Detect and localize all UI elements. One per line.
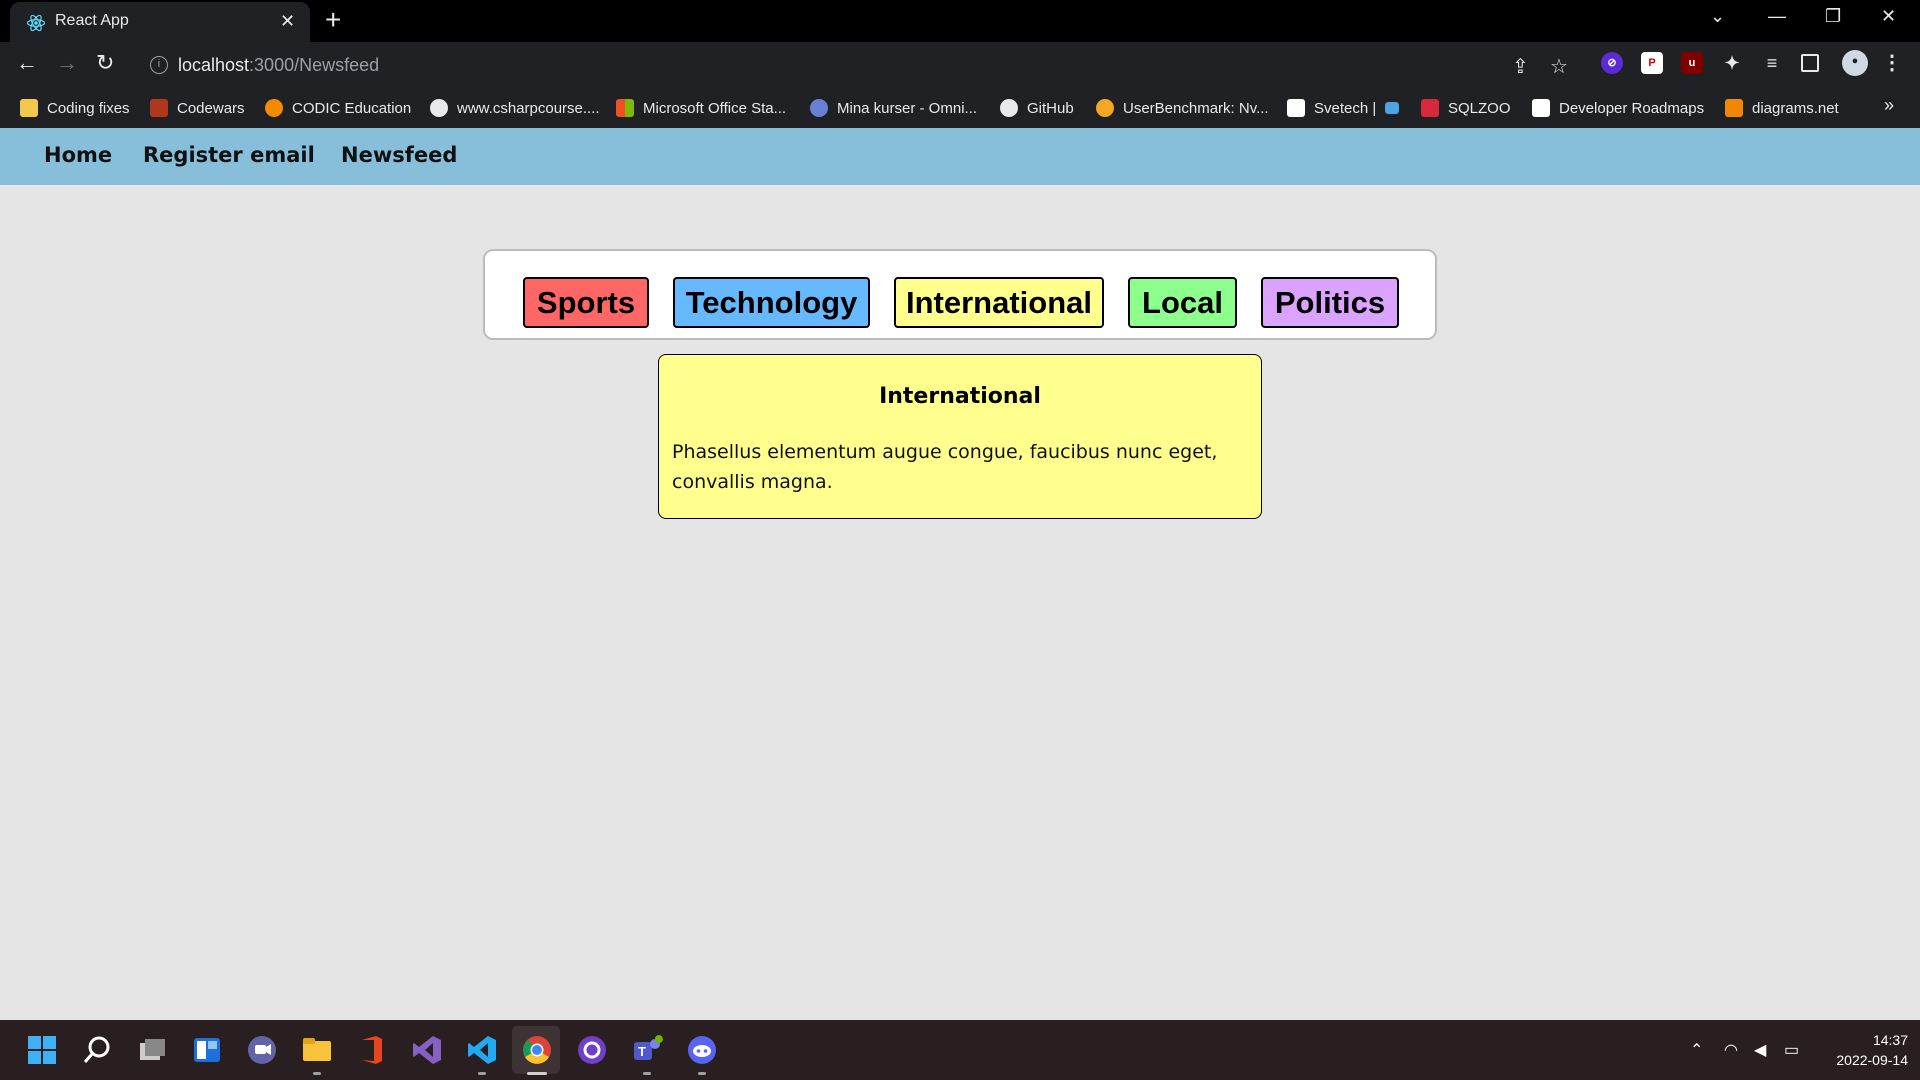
- forward-icon[interactable]: →: [56, 50, 78, 76]
- news-article-card: International Phasellus elementum augue …: [658, 354, 1262, 519]
- bookmarks-bar: Coding fixes Codewars CODIC Education ww…: [0, 88, 1920, 128]
- new-tab-icon[interactable]: +: [325, 6, 341, 34]
- vscode-icon[interactable]: [466, 1034, 498, 1066]
- article-body: Phasellus elementum augue congue, faucib…: [672, 441, 1218, 493]
- url-text[interactable]: localhost:3000/Newsfeed: [178, 55, 379, 76]
- teams-icon[interactable]: T: [631, 1034, 663, 1066]
- address-bar[interactable]: i localhost:3000/Newsfeed ⇪ ☆: [136, 47, 1584, 83]
- nav-home-link[interactable]: Home: [44, 143, 112, 167]
- microsoft-icon: [616, 99, 634, 117]
- system-clock[interactable]: 14:37 2022-09-14: [1818, 1030, 1908, 1070]
- extension-blocker-icon[interactable]: ⊘: [1601, 52, 1623, 74]
- category-technology-button[interactable]: Technology: [673, 277, 870, 328]
- minimize-icon[interactable]: —: [1768, 6, 1786, 27]
- media-control-icon[interactable]: ≡: [1761, 52, 1783, 74]
- bookmark-diagrams[interactable]: diagrams.net: [1725, 97, 1839, 119]
- office-icon[interactable]: [356, 1034, 388, 1066]
- codic-icon: [265, 99, 283, 117]
- bookmark-codic[interactable]: CODIC Education: [265, 97, 411, 119]
- app-navbar: Home Register email Newsfeed: [0, 128, 1920, 185]
- chrome-running-indicator: [527, 1072, 547, 1075]
- bookmark-developer-roadmaps[interactable]: Developer Roadmaps: [1532, 97, 1704, 119]
- sqlzoo-icon: [1421, 99, 1439, 117]
- nav-register-email-link[interactable]: Register email: [143, 143, 315, 167]
- tab-search-icon[interactable]: ⌄: [1710, 6, 1725, 27]
- menu-kebab-icon[interactable]: ⋮: [1881, 52, 1903, 74]
- share-icon[interactable]: ⇪: [1512, 54, 1529, 79]
- bookmark-codewars[interactable]: Codewars: [150, 97, 245, 119]
- codewars-icon: [150, 99, 168, 117]
- discord-running-indicator: [698, 1072, 706, 1075]
- category-international-button[interactable]: International: [894, 277, 1104, 328]
- svg-text:T: T: [638, 1044, 646, 1059]
- category-local-button[interactable]: Local: [1128, 277, 1237, 328]
- extension-pdf-icon[interactable]: P: [1641, 52, 1663, 74]
- site-info-icon[interactable]: i: [150, 56, 168, 74]
- diagrams-icon: [1725, 99, 1743, 117]
- tab-title: React App: [55, 12, 129, 29]
- search-icon[interactable]: [81, 1034, 113, 1066]
- profile-avatar[interactable]: ●: [1842, 50, 1868, 76]
- bookmark-sqlzoo[interactable]: SQLZOO: [1421, 97, 1511, 119]
- extensions-puzzle-icon[interactable]: ✦: [1721, 52, 1743, 74]
- globe-icon: [430, 99, 448, 117]
- volume-icon[interactable]: ◀: [1754, 1040, 1766, 1060]
- userbenchmark-icon: [1096, 99, 1114, 117]
- back-icon[interactable]: ←: [16, 50, 38, 76]
- widgets-icon[interactable]: [191, 1034, 223, 1066]
- task-view-icon[interactable]: [136, 1034, 168, 1066]
- file-explorer-icon[interactable]: [301, 1034, 333, 1066]
- browser-tab[interactable]: React App ✕: [10, 2, 310, 42]
- chrome-icon[interactable]: [521, 1034, 553, 1066]
- ublock-icon[interactable]: u: [1681, 52, 1703, 74]
- bookmark-csharpcourse[interactable]: www.csharpcourse....: [430, 97, 600, 119]
- folder-icon: [20, 99, 38, 117]
- bookmark-star-icon[interactable]: ☆: [1550, 54, 1568, 79]
- laptop-icon: [1385, 102, 1400, 114]
- wifi-icon[interactable]: ◠: [1724, 1040, 1738, 1060]
- bookmark-svetech[interactable]: Svetech |: [1287, 97, 1400, 119]
- tab-close-icon[interactable]: ✕: [280, 11, 295, 32]
- bookmark-coding-fixes[interactable]: Coding fixes: [20, 97, 130, 119]
- react-logo-icon: [26, 14, 46, 32]
- browser-toolbar: ← → ↻ i localhost:3000/Newsfeed ⇪ ☆ ⊘ P …: [0, 42, 1920, 88]
- category-filter-bar: Sports Technology International Local Po…: [483, 249, 1437, 340]
- nav-newsfeed-link[interactable]: Newsfeed: [341, 143, 457, 167]
- github-icon: [1000, 99, 1018, 117]
- browser-tabbar: React App ✕ + ⌄ — ❐ ✕: [0, 0, 1920, 42]
- side-panel-icon[interactable]: [1801, 54, 1819, 72]
- clock-date: 2022-09-14: [1836, 1052, 1908, 1068]
- windows-start-icon[interactable]: [26, 1034, 58, 1066]
- discord-icon[interactable]: [686, 1034, 718, 1066]
- omniway-icon: [810, 99, 828, 117]
- bookmark-userbenchmark[interactable]: UserBenchmark: Nv...: [1096, 97, 1269, 119]
- roadmap-icon: [1532, 99, 1550, 117]
- close-window-icon[interactable]: ✕: [1881, 6, 1896, 27]
- restore-icon[interactable]: ❐: [1825, 6, 1841, 27]
- tray-overflow-chevron-icon[interactable]: ⌃: [1690, 1040, 1703, 1060]
- clock-time: 14:37: [1872, 1032, 1908, 1048]
- article-title: International: [879, 384, 1041, 409]
- vscode-running-indicator: [478, 1072, 486, 1075]
- bookmark-office[interactable]: Microsoft Office Sta...: [616, 97, 786, 119]
- category-sports-button[interactable]: Sports: [523, 277, 649, 328]
- file-explorer-running-indicator: [313, 1072, 321, 1075]
- bookmarks-overflow-icon[interactable]: »: [1884, 95, 1894, 116]
- github-desktop-icon[interactable]: [576, 1034, 608, 1066]
- category-politics-button[interactable]: Politics: [1261, 277, 1399, 328]
- reload-icon[interactable]: ↻: [96, 50, 114, 76]
- bookmark-mina-kurser[interactable]: Mina kurser - Omni...: [810, 97, 977, 119]
- code-icon: [1287, 99, 1305, 117]
- teams-running-indicator: [643, 1072, 651, 1075]
- windows-taskbar: T ⌃ ◠ ◀ ▭ 14:37 2022-09-14: [0, 1020, 1920, 1080]
- teams-chat-icon[interactable]: [246, 1034, 278, 1066]
- battery-icon[interactable]: ▭: [1784, 1040, 1799, 1060]
- bookmark-github[interactable]: GitHub: [1000, 97, 1074, 119]
- visual-studio-icon[interactable]: [411, 1034, 443, 1066]
